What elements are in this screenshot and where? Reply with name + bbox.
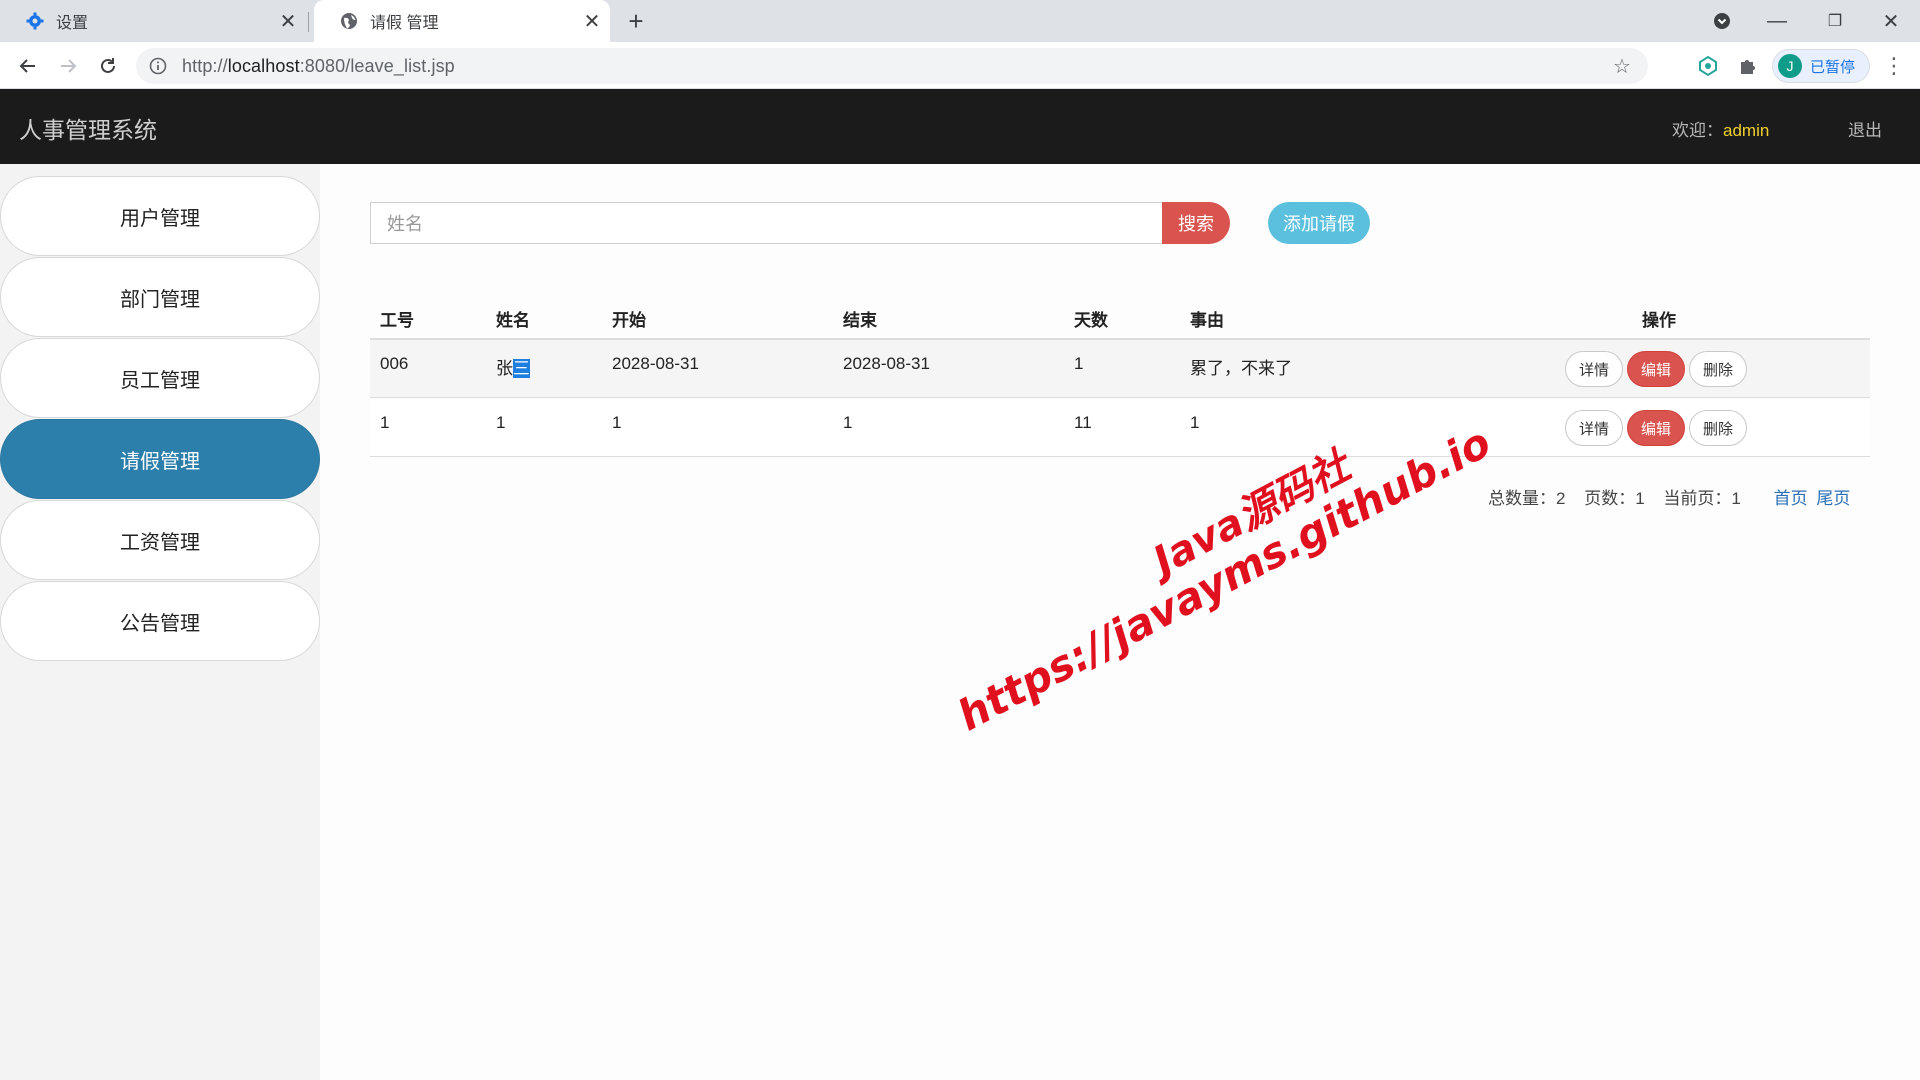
cell-id: 006 [380, 354, 409, 373]
sidebar-item-leave[interactable]: 请假管理 [0, 419, 320, 499]
extension-icon[interactable] [1694, 52, 1722, 80]
info-icon[interactable] [148, 56, 168, 76]
url-scheme: http:// [182, 55, 228, 76]
cell-end: 2028-08-31 [843, 354, 930, 373]
close-icon[interactable]: ✕ [580, 9, 604, 33]
column-header-end: 结束 [843, 311, 877, 330]
new-tab-button[interactable]: + [622, 6, 650, 36]
url-host: localhost [227, 55, 300, 76]
cell-days: 1 [1074, 354, 1084, 373]
edit-button[interactable]: 编辑 [1627, 351, 1685, 387]
cell-name-part: 张 [496, 359, 513, 378]
cell-reason: 累了，不来了 [1190, 359, 1292, 378]
sidebar-item-departments[interactable]: 部门管理 [0, 257, 320, 337]
detail-button[interactable]: 详情 [1565, 410, 1623, 446]
tab-title: 设置 [56, 15, 89, 32]
app-title: 人事管理系统 [19, 117, 157, 143]
cell-name: 1 [496, 413, 506, 432]
url-text: http://localhost:8080/leave_list.jsp [182, 56, 455, 77]
delete-button[interactable]: 删除 [1689, 410, 1747, 446]
welcome-text: 欢迎：admin [1672, 116, 1769, 141]
address-bar[interactable]: http://localhost:8080/leave_list.jsp ☆ [136, 48, 1648, 84]
username: admin [1723, 121, 1770, 140]
close-icon[interactable]: ✕ [276, 9, 300, 33]
search-button[interactable]: 搜索 [1162, 202, 1230, 244]
sidebar-item-employees[interactable]: 员工管理 [0, 338, 320, 418]
bookmark-star-icon[interactable]: ☆ [1610, 54, 1634, 78]
sidebar-item-notices[interactable]: 公告管理 [0, 581, 320, 661]
total-count: 总数量：2 [1488, 489, 1566, 508]
puzzle-icon[interactable] [1734, 52, 1762, 80]
sidebar-item-salary[interactable]: 工资管理 [0, 500, 320, 580]
cell-start: 1 [612, 413, 622, 432]
globe-icon [340, 12, 358, 30]
browser-tab-strip: 设置 ✕ 请假 管理 ✕ + — ❐ ✕ [0, 0, 1920, 42]
column-header-days: 天数 [1074, 311, 1108, 330]
watermark-line2: https://javayms.github.io [949, 417, 1499, 741]
app-header: 人事管理系统 欢迎：admin 退出 [0, 89, 1920, 164]
tab-search-button[interactable] [1706, 0, 1738, 42]
minimize-button[interactable]: — [1762, 0, 1792, 42]
back-arrow-icon[interactable] [12, 50, 44, 82]
logout-link[interactable]: 退出 [1848, 116, 1882, 141]
search-input[interactable]: 姓名 [370, 202, 1163, 244]
url-path: :8080/leave_list.jsp [299, 55, 455, 76]
selected-text: 三 [513, 359, 530, 378]
delete-button[interactable]: 删除 [1689, 351, 1747, 387]
gear-icon [26, 12, 44, 30]
table-header: 工号 姓名 开始 结束 天数 事由 操作 [370, 298, 1870, 340]
current-page: 当前页：1 [1663, 489, 1741, 508]
cell-id: 1 [380, 413, 390, 432]
avatar: J [1778, 54, 1802, 78]
welcome-label: 欢迎： [1672, 121, 1723, 140]
tab-divider [308, 12, 309, 32]
forward-arrow-icon[interactable] [52, 50, 84, 82]
column-header-name: 姓名 [496, 311, 530, 330]
sidebar-item-users[interactable]: 用户管理 [0, 176, 320, 256]
restore-button[interactable]: ❐ [1820, 0, 1850, 42]
profile-status: 已暂停 [1810, 58, 1856, 76]
reload-icon[interactable] [92, 50, 124, 82]
column-header-reason: 事由 [1190, 311, 1224, 330]
chevron-down-icon [1714, 13, 1730, 29]
add-leave-button[interactable]: 添加请假 [1268, 202, 1370, 244]
cell-days: 11 [1074, 413, 1092, 432]
first-page-link[interactable]: 首页 [1774, 489, 1808, 508]
sidebar: 用户管理 部门管理 员工管理 请假管理 工资管理 公告管理 [0, 164, 320, 1080]
page-count: 页数：1 [1584, 489, 1645, 508]
table-row: 006 张三 2028-08-31 2028-08-31 1 累了，不来了 详情… [370, 340, 1870, 398]
pagination: 总数量：2 页数：1 当前页：1 首页 尾页 [1488, 484, 1854, 509]
table-row: 1 1 1 1 11 1 详情 编辑 删除 [370, 399, 1870, 457]
column-header-start: 开始 [612, 311, 646, 330]
cell-name: 张三 [496, 354, 530, 379]
cell-reason: 1 [1190, 413, 1200, 432]
detail-button[interactable]: 详情 [1565, 351, 1623, 387]
browser-tab-settings[interactable]: 设置 ✕ [0, 0, 306, 42]
cell-end: 1 [843, 413, 853, 432]
browser-toolbar: http://localhost:8080/leave_list.jsp ☆ J… [0, 42, 1920, 89]
window-close-button[interactable]: ✕ [1876, 0, 1906, 42]
browser-tab-leave[interactable]: 请假 管理 ✕ [314, 0, 610, 42]
profile-button[interactable]: J 已暂停 [1772, 49, 1870, 83]
cell-start: 2028-08-31 [612, 354, 699, 373]
column-header-id: 工号 [380, 311, 414, 330]
edit-button[interactable]: 编辑 [1627, 410, 1685, 446]
more-vert-icon[interactable]: ⋮ [1880, 52, 1908, 80]
tab-title: 请假 管理 [370, 15, 439, 32]
column-header-actions: 操作 [1642, 311, 1676, 330]
last-page-link[interactable]: 尾页 [1816, 489, 1850, 508]
